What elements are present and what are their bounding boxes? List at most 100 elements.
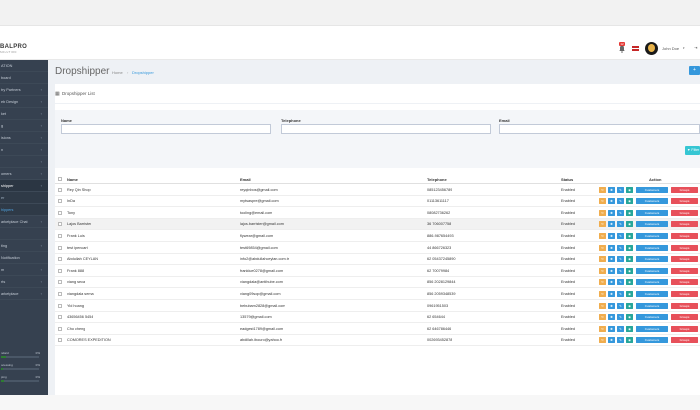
sidebar-item-market[interactable]: ket ‹ xyxy=(0,108,48,120)
edit-icon[interactable]: ✎ xyxy=(617,221,624,228)
edit-icon[interactable]: ✎ xyxy=(617,232,624,239)
eye-icon[interactable]: ◉ xyxy=(626,314,633,321)
eye-icon[interactable]: ◉ xyxy=(626,290,633,297)
customers-button[interactable]: Customers xyxy=(636,290,668,297)
sidebar-item-design[interactable]: n ‹ xyxy=(0,144,48,156)
edit-icon[interactable]: ✎ xyxy=(617,302,624,309)
groups-button[interactable]: Groups xyxy=(671,290,698,297)
user-icon[interactable]: ✱ xyxy=(608,337,615,344)
login-icon[interactable]: ↻ xyxy=(599,302,606,309)
groups-button[interactable]: Groups xyxy=(671,302,698,309)
avatar[interactable] xyxy=(645,42,658,55)
column-header-email[interactable]: Email xyxy=(240,177,251,182)
eye-icon[interactable]: ◉ xyxy=(626,198,633,205)
chevron-down-icon[interactable]: ▾ xyxy=(683,46,685,50)
edit-icon[interactable]: ✎ xyxy=(617,267,624,274)
eye-icon[interactable]: ◉ xyxy=(626,267,633,274)
table-row[interactable]: Cho cheng eadgest1789@gmail.com 62 6467864… xyxy=(55,323,700,335)
edit-icon[interactable]: ✎ xyxy=(617,279,624,286)
eye-icon[interactable]: ◉ xyxy=(626,221,633,228)
logout-icon[interactable]: ⇥ xyxy=(694,45,697,50)
row-checkbox[interactable] xyxy=(58,257,62,262)
row-checkbox[interactable] xyxy=(58,222,62,227)
row-checkbox[interactable] xyxy=(58,291,62,296)
user-icon[interactable]: ✱ xyxy=(608,267,615,274)
sidebar-item-reports[interactable]: rts ‹ xyxy=(0,276,48,288)
eye-icon[interactable]: ◉ xyxy=(626,279,633,286)
table-row[interactable]: Yid hoang bebubam2828@gmail.com 0961951503… xyxy=(55,300,700,312)
column-header-telephone[interactable]: Telephone xyxy=(427,177,447,182)
table-row[interactable]: test ipencart test69854@gmail.com 44 86672… xyxy=(55,242,700,254)
eye-icon[interactable]: ◉ xyxy=(626,256,633,263)
login-icon[interactable]: ↻ xyxy=(599,186,606,193)
user-icon[interactable]: ✱ xyxy=(608,302,615,309)
sidebar-item-system[interactable]: m ‹ xyxy=(0,264,48,276)
sidebar-item-marketing[interactable]: ting ‹ xyxy=(0,240,48,252)
table-row[interactable]: COMORES EXPEDITION abdillah.ibouro@yahoo.… xyxy=(55,335,700,347)
groups-button[interactable]: Groups xyxy=(671,186,698,193)
username[interactable]: John Doe xyxy=(662,46,679,51)
customers-button[interactable]: Customers xyxy=(636,221,668,228)
table-row[interactable]: Abdullah CEYLAN info2@abdullahceylan.com.… xyxy=(55,254,700,266)
table-row[interactable]: Frank 888 franklue0278@gmail.com 62 700799… xyxy=(55,265,700,277)
table-row[interactable]: InDa mytsaspre@gmail.com 01113611117 Enable… xyxy=(55,196,700,208)
user-icon[interactable]: ✱ xyxy=(608,186,615,193)
bell-icon[interactable] xyxy=(619,45,625,53)
row-checkbox[interactable] xyxy=(58,280,62,285)
language-flag-icon[interactable] xyxy=(632,46,639,51)
eye-icon[interactable]: ◉ xyxy=(626,209,633,216)
row-checkbox[interactable] xyxy=(58,245,62,250)
sidebar-item-extensions[interactable]: isions ‹ xyxy=(0,132,48,144)
email-filter-input[interactable] xyxy=(499,124,700,134)
table-row[interactable]: Tony tooling@email.com 08082736262 Enabled ↻… xyxy=(55,207,700,219)
row-checkbox[interactable] xyxy=(58,315,62,320)
groups-button[interactable]: Groups xyxy=(671,314,698,321)
eye-icon[interactable]: ◉ xyxy=(626,186,633,193)
sidebar-item-catalog[interactable]: g ‹ xyxy=(0,120,48,132)
login-icon[interactable]: ↻ xyxy=(599,267,606,274)
user-icon[interactable]: ✱ xyxy=(608,209,615,216)
eye-icon[interactable]: ◉ xyxy=(626,337,633,344)
login-icon[interactable]: ↻ xyxy=(599,221,606,228)
breadcrumb-home[interactable]: Home xyxy=(112,70,123,75)
row-checkbox[interactable] xyxy=(58,303,62,308)
eye-icon[interactable]: ◉ xyxy=(626,232,633,239)
login-icon[interactable]: ↻ xyxy=(599,279,606,286)
edit-icon[interactable]: ✎ xyxy=(617,186,624,193)
row-checkbox[interactable] xyxy=(58,268,62,273)
breadcrumb-current[interactable]: Dropshipper xyxy=(132,70,154,75)
groups-button[interactable]: Groups xyxy=(671,244,698,251)
edit-icon[interactable]: ✎ xyxy=(617,314,624,321)
row-checkbox[interactable] xyxy=(58,210,62,215)
edit-icon[interactable]: ✎ xyxy=(617,337,624,344)
login-icon[interactable]: ↻ xyxy=(599,337,606,344)
table-row[interactable]: Rey Qin Shop reyqinbos@gmail.com 085123456… xyxy=(55,184,700,196)
user-icon[interactable]: ✱ xyxy=(608,256,615,263)
table-row[interactable]: Frank Luis flywear@gmail.com 886-987654493… xyxy=(55,230,700,242)
user-icon[interactable]: ✱ xyxy=(608,290,615,297)
user-icon[interactable]: ✱ xyxy=(608,244,615,251)
login-icon[interactable]: ↻ xyxy=(599,244,606,251)
customers-button[interactable]: Customers xyxy=(636,244,668,251)
add-dropshipper-button[interactable]: + xyxy=(689,66,700,75)
sidebar-item-partners[interactable]: try Partners ‹ xyxy=(0,84,48,96)
customers-button[interactable]: Customers xyxy=(636,256,668,263)
customers-button[interactable]: Customers xyxy=(636,209,668,216)
edit-icon[interactable]: ✎ xyxy=(617,325,624,332)
groups-button[interactable]: Groups xyxy=(671,267,698,274)
user-icon[interactable]: ✱ xyxy=(608,325,615,332)
row-checkbox[interactable] xyxy=(58,326,62,331)
user-icon[interactable]: ✱ xyxy=(608,221,615,228)
groups-button[interactable]: Groups xyxy=(671,279,698,286)
customers-button[interactable]: Customers xyxy=(636,337,668,344)
sidebar-item-customers[interactable]: omers ‹ xyxy=(0,168,48,180)
telephone-filter-input[interactable] xyxy=(281,124,491,134)
groups-button[interactable]: Groups xyxy=(671,209,698,216)
edit-icon[interactable]: ✎ xyxy=(617,256,624,263)
login-icon[interactable]: ↻ xyxy=(599,198,606,205)
edit-icon[interactable]: ✎ xyxy=(617,290,624,297)
user-icon[interactable]: ✱ xyxy=(608,279,615,286)
edit-icon[interactable]: ✎ xyxy=(617,209,624,216)
filter-button[interactable]: ▼ Filter xyxy=(685,146,700,155)
edit-icon[interactable]: ✎ xyxy=(617,198,624,205)
